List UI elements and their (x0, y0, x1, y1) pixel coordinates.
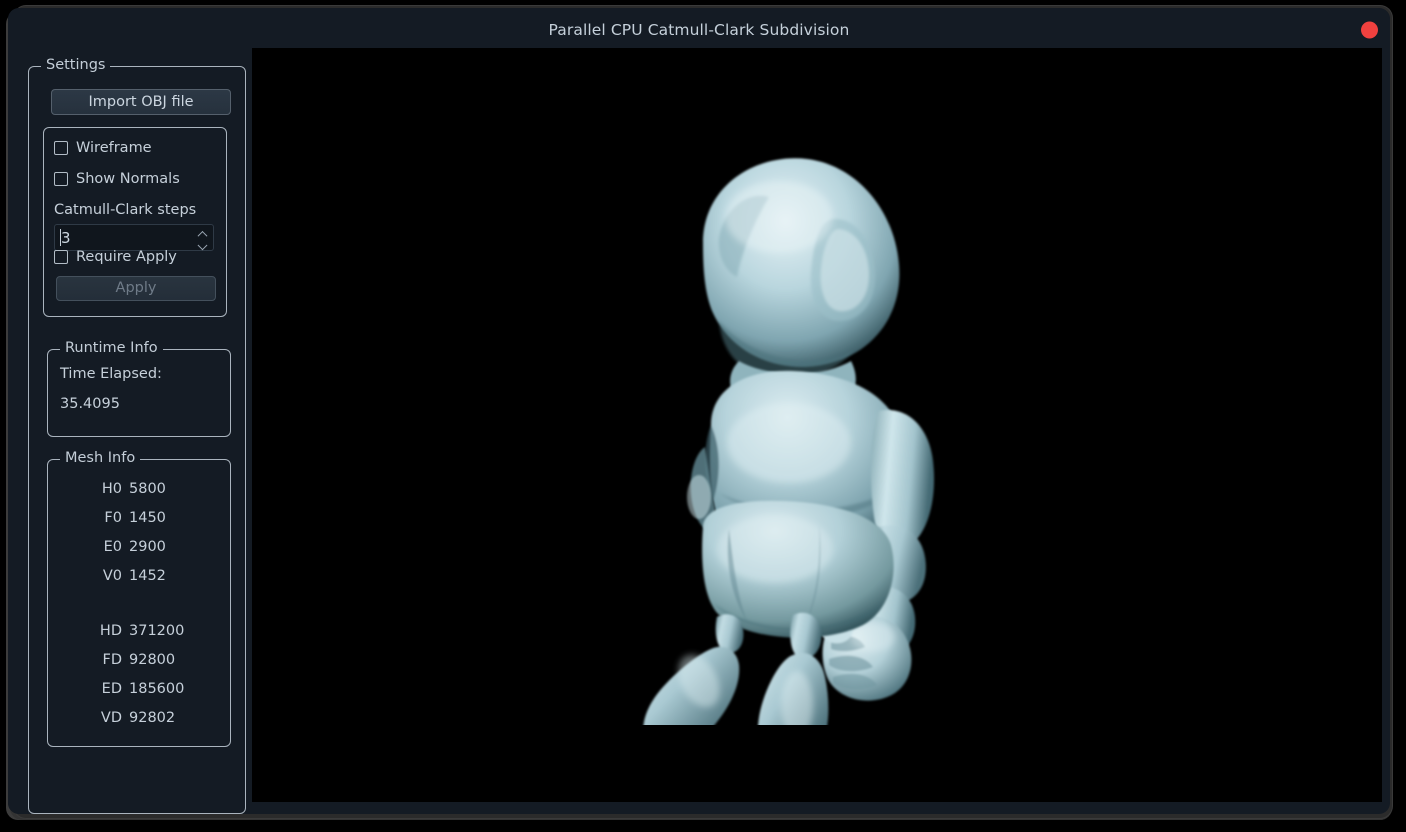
mesh-info-key: ED (101, 680, 122, 697)
window-title: Parallel CPU Catmull-Clark Subdivision (548, 21, 850, 39)
application-window: Parallel CPU Catmull-Clark Subdivision S… (8, 8, 1390, 814)
mesh-info-value: 1450 (129, 509, 166, 526)
render-options-group-box: Wireframe Show Normals Catmull-Clark ste… (43, 127, 227, 317)
mesh-info-value: 371200 (129, 622, 185, 639)
close-circle-icon[interactable] (1361, 21, 1378, 39)
mesh-info-row: FD 92800 (48, 645, 230, 674)
catmull-clark-steps-label: Catmull-Clark steps (54, 202, 197, 218)
mesh-info-value: 185600 (129, 680, 185, 697)
checkbox-show-normals[interactable] (54, 172, 68, 186)
settings-group-box: Settings Import OBJ file Wireframe Show … (28, 57, 246, 814)
mesh-info-row: HD 371200 (48, 616, 230, 645)
checkbox-label-wireframe: Wireframe (76, 140, 152, 156)
checkbox-row-show-normals[interactable]: Show Normals (54, 171, 180, 187)
settings-sidebar: Settings Import OBJ file Wireframe Show … (8, 44, 250, 814)
catmull-clark-steps-value[interactable]: 3 (61, 229, 193, 247)
checkbox-label-require-apply: Require Apply (76, 249, 177, 265)
mesh-info-row: E0 2900 (48, 532, 230, 561)
checkbox-row-wireframe[interactable]: Wireframe (54, 140, 152, 156)
mesh-info-key: H0 (101, 480, 122, 497)
mesh-info-value: 92800 (129, 651, 176, 668)
mesh-info-value: 2900 (129, 538, 166, 555)
main-content: Settings Import OBJ file Wireframe Show … (8, 44, 1390, 814)
mesh-info-key: F0 (104, 509, 122, 526)
mesh-info-value: 5800 (129, 480, 166, 497)
mesh-info-key: VD (100, 709, 122, 726)
mesh-info-table: H0 5800 F0 1450 E0 2900 V0 1452 HD 371200 FD 92800 E… (48, 474, 230, 732)
checkbox-label-show-normals: Show Normals (76, 171, 180, 187)
settings-group-title: Settings (41, 57, 111, 73)
mesh-info-key: FD (102, 651, 122, 668)
application-root: Parallel CPU Catmull-Clark Subdivision S… (0, 0, 1406, 832)
mesh-info-group-title: Mesh Info (60, 450, 141, 466)
mesh-info-group-box: Mesh Info H0 5800 F0 1450 E0 2900 V0 1452 HD 3712… (47, 450, 231, 747)
checkbox-wireframe[interactable] (54, 141, 68, 155)
mesh-info-row: VD 92802 (48, 703, 230, 732)
time-elapsed-value: 35.4095 (60, 396, 120, 412)
mesh-info-row: V0 1452 (48, 561, 230, 590)
mesh-info-row: ED 185600 (48, 674, 230, 703)
model-viewport[interactable] (252, 48, 1382, 802)
model-stage (252, 48, 1382, 802)
mesh-info-key: E0 (103, 538, 122, 555)
checkbox-require-apply[interactable] (54, 250, 68, 264)
mesh-info-key: V0 (102, 567, 122, 584)
mesh-info-key: HD (99, 622, 122, 639)
chevron-up-icon[interactable] (199, 231, 208, 236)
chevron-down-icon[interactable] (199, 239, 208, 244)
runtime-info-group-box: Runtime Info Time Elapsed: 35.4095 (47, 340, 231, 437)
mesh-info-spacer (48, 590, 230, 616)
time-elapsed-label: Time Elapsed: (60, 366, 162, 382)
mesh-info-value: 92802 (129, 709, 176, 726)
catmull-clark-steps-spinbox[interactable]: 3 (54, 224, 214, 251)
checkbox-row-require-apply[interactable]: Require Apply (54, 249, 177, 265)
mesh-info-row: H0 5800 (48, 474, 230, 503)
mesh-info-value: 1452 (129, 567, 166, 584)
spinbox-stepper[interactable] (193, 231, 213, 244)
import-obj-file-button[interactable]: Import OBJ file (51, 89, 231, 115)
mesh-info-row: F0 1450 (48, 503, 230, 532)
apply-button[interactable]: Apply (56, 276, 216, 301)
runtime-info-group-title: Runtime Info (60, 340, 163, 356)
subdivided-character-mesh (643, 158, 935, 725)
